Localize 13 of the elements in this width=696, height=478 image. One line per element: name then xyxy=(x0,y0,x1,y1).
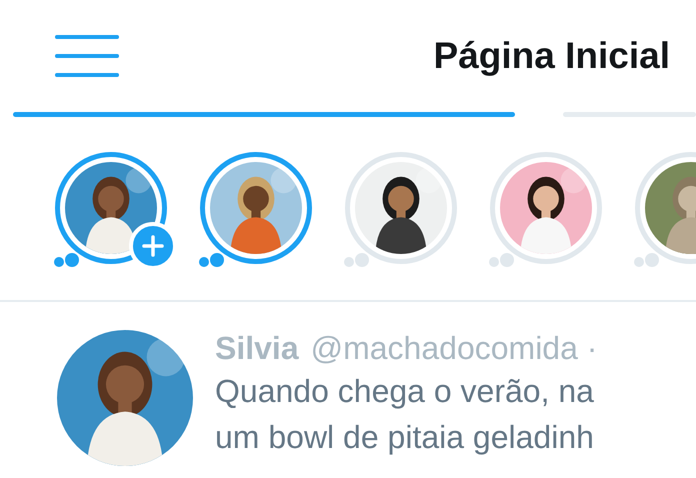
bubble-tail-icon xyxy=(343,252,369,268)
page-title: Página Inicial xyxy=(434,35,670,77)
bubble-tail-icon xyxy=(198,252,224,268)
plus-icon xyxy=(142,235,164,257)
user-handle: @machadocomida · xyxy=(310,330,598,367)
menu-icon[interactable] xyxy=(55,34,119,78)
bubble-tail-icon xyxy=(53,252,79,268)
bubble-tail-icon xyxy=(488,252,514,268)
tweet-text: um bowl de pitaia geladinh xyxy=(215,418,595,457)
tweet-text: Quando chega o verão, na xyxy=(215,372,595,411)
bubble-tail-icon xyxy=(633,252,659,268)
story-avatar[interactable] xyxy=(200,152,312,264)
user-name: Silvia xyxy=(215,330,299,367)
